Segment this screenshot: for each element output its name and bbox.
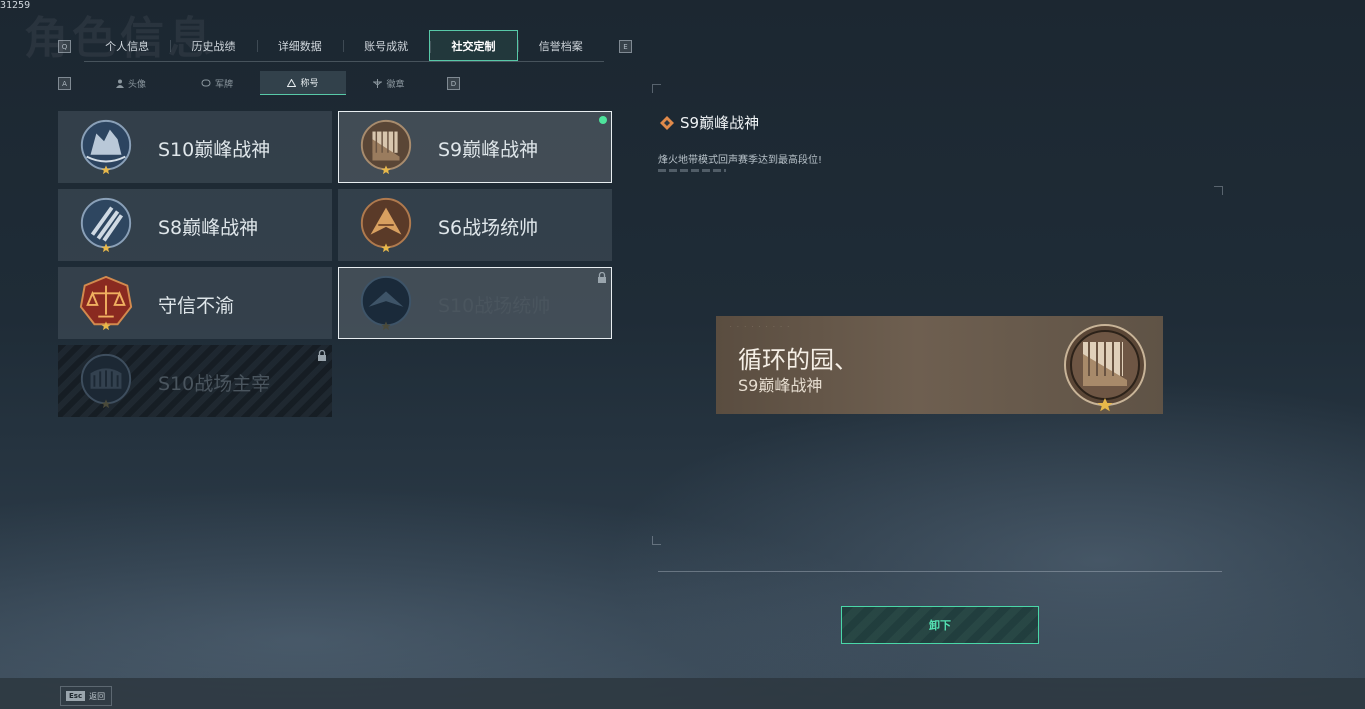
dark-jet-emblem-icon bbox=[360, 275, 412, 331]
title-card-label: S8巅峰战神 bbox=[158, 217, 259, 239]
diamond-icon bbox=[660, 115, 674, 130]
back-label: 返回 bbox=[89, 691, 106, 701]
dark-colosseum-emblem-icon bbox=[80, 353, 132, 409]
title-card-label: S9巅峰战神 bbox=[438, 139, 539, 161]
subtab-title[interactable]: 称号 bbox=[260, 71, 346, 95]
title-card-label: 守信不渝 bbox=[158, 295, 235, 317]
subtab-badge-label: 徽章 bbox=[386, 79, 405, 90]
person-icon bbox=[115, 79, 124, 88]
panel-corner bbox=[652, 84, 661, 93]
decorative-line bbox=[658, 169, 726, 172]
subtab-next-key[interactable]: D bbox=[447, 77, 460, 90]
subtab-dogtag-label: 军牌 bbox=[214, 79, 233, 90]
badge-icon bbox=[373, 78, 383, 88]
triangle-icon bbox=[287, 78, 297, 87]
red-scales-emblem-icon bbox=[79, 275, 133, 331]
detail-description: 烽火地带模式回声赛季达到最高段位! bbox=[658, 155, 823, 166]
detail-title: S9巅峰战神 bbox=[660, 112, 759, 133]
lock-icon bbox=[598, 272, 606, 283]
detail-divider bbox=[658, 571, 1222, 572]
banner-rank: S9巅峰战神 bbox=[738, 376, 823, 395]
unequip-button[interactable]: 卸下 bbox=[841, 606, 1039, 644]
tab-social-custom[interactable]: 社交定制 bbox=[429, 30, 518, 61]
footer-bar bbox=[0, 678, 1365, 709]
panel-corner bbox=[652, 536, 661, 545]
title-preview-banner: · · · · · · · · · 循环的园、 S9巅峰战神 bbox=[716, 316, 1163, 414]
subtab-avatar[interactable]: 头像 bbox=[88, 71, 174, 95]
title-card-label: S10战场主宰 bbox=[158, 373, 271, 395]
title-card-s9-peak[interactable]: S9巅峰战神 bbox=[338, 111, 612, 183]
title-card-label: S6战场统帅 bbox=[438, 217, 539, 239]
title-card-s10-peak[interactable]: S10巅峰战神 bbox=[58, 111, 332, 183]
top-tabbar: 个人信息 历史战绩 详细数据 账号成就 社交定制 信誉档案 bbox=[84, 30, 604, 62]
title-card-label: S10巅峰战神 bbox=[158, 139, 271, 161]
title-card-s10-dominator[interactable]: S10战场主宰 bbox=[58, 345, 332, 417]
subtab-title-label: 称号 bbox=[300, 79, 319, 89]
lock-icon bbox=[318, 350, 326, 361]
title-card-integrity[interactable]: 守信不渝 bbox=[58, 267, 332, 339]
blue-stripes-emblem-icon bbox=[80, 197, 132, 253]
banner-caption-decoration: · · · · · · · · · bbox=[730, 324, 792, 330]
dogtag-icon bbox=[201, 79, 211, 87]
panel-corner bbox=[1214, 186, 1223, 195]
blue-crown-emblem-icon bbox=[80, 119, 132, 175]
tab-details[interactable]: 详细数据 bbox=[256, 30, 343, 61]
bronze-fortress-emblem-icon bbox=[1064, 324, 1146, 412]
bronze-fortress-emblem-icon bbox=[360, 119, 412, 175]
subtab-dogtag[interactable]: 军牌 bbox=[174, 71, 260, 95]
tab-prev-key[interactable]: Q bbox=[58, 40, 71, 53]
subtab-badge[interactable]: 徽章 bbox=[346, 71, 432, 95]
tab-credit-record[interactable]: 信誉档案 bbox=[517, 30, 604, 61]
tab-achievements[interactable]: 账号成就 bbox=[342, 30, 429, 61]
subtab-prev-key[interactable]: A bbox=[58, 77, 71, 90]
sub-tabbar: 头像 军牌 称号 徽章 bbox=[88, 71, 432, 95]
tab-profile[interactable]: 个人信息 bbox=[84, 30, 170, 61]
title-card-s6-commander[interactable]: S6战场统帅 bbox=[338, 189, 612, 261]
detail-title-text: S9巅峰战神 bbox=[680, 114, 760, 132]
tab-history[interactable]: 历史战绩 bbox=[170, 30, 256, 61]
title-card-s8-peak[interactable]: S8巅峰战神 bbox=[58, 189, 332, 261]
banner-player-name: 循环的园、 bbox=[738, 346, 858, 374]
subtab-avatar-label: 头像 bbox=[127, 79, 146, 90]
equipped-indicator bbox=[599, 116, 607, 124]
tab-next-key[interactable]: E bbox=[619, 40, 632, 53]
back-button[interactable]: Esc 返回 bbox=[60, 686, 112, 706]
title-card-label: S10战场统帅 bbox=[438, 295, 551, 317]
bronze-jet-emblem-icon bbox=[360, 197, 412, 253]
title-card-s10-commander[interactable]: S10战场统帅 bbox=[338, 267, 612, 339]
esc-key-badge: Esc bbox=[66, 691, 86, 701]
